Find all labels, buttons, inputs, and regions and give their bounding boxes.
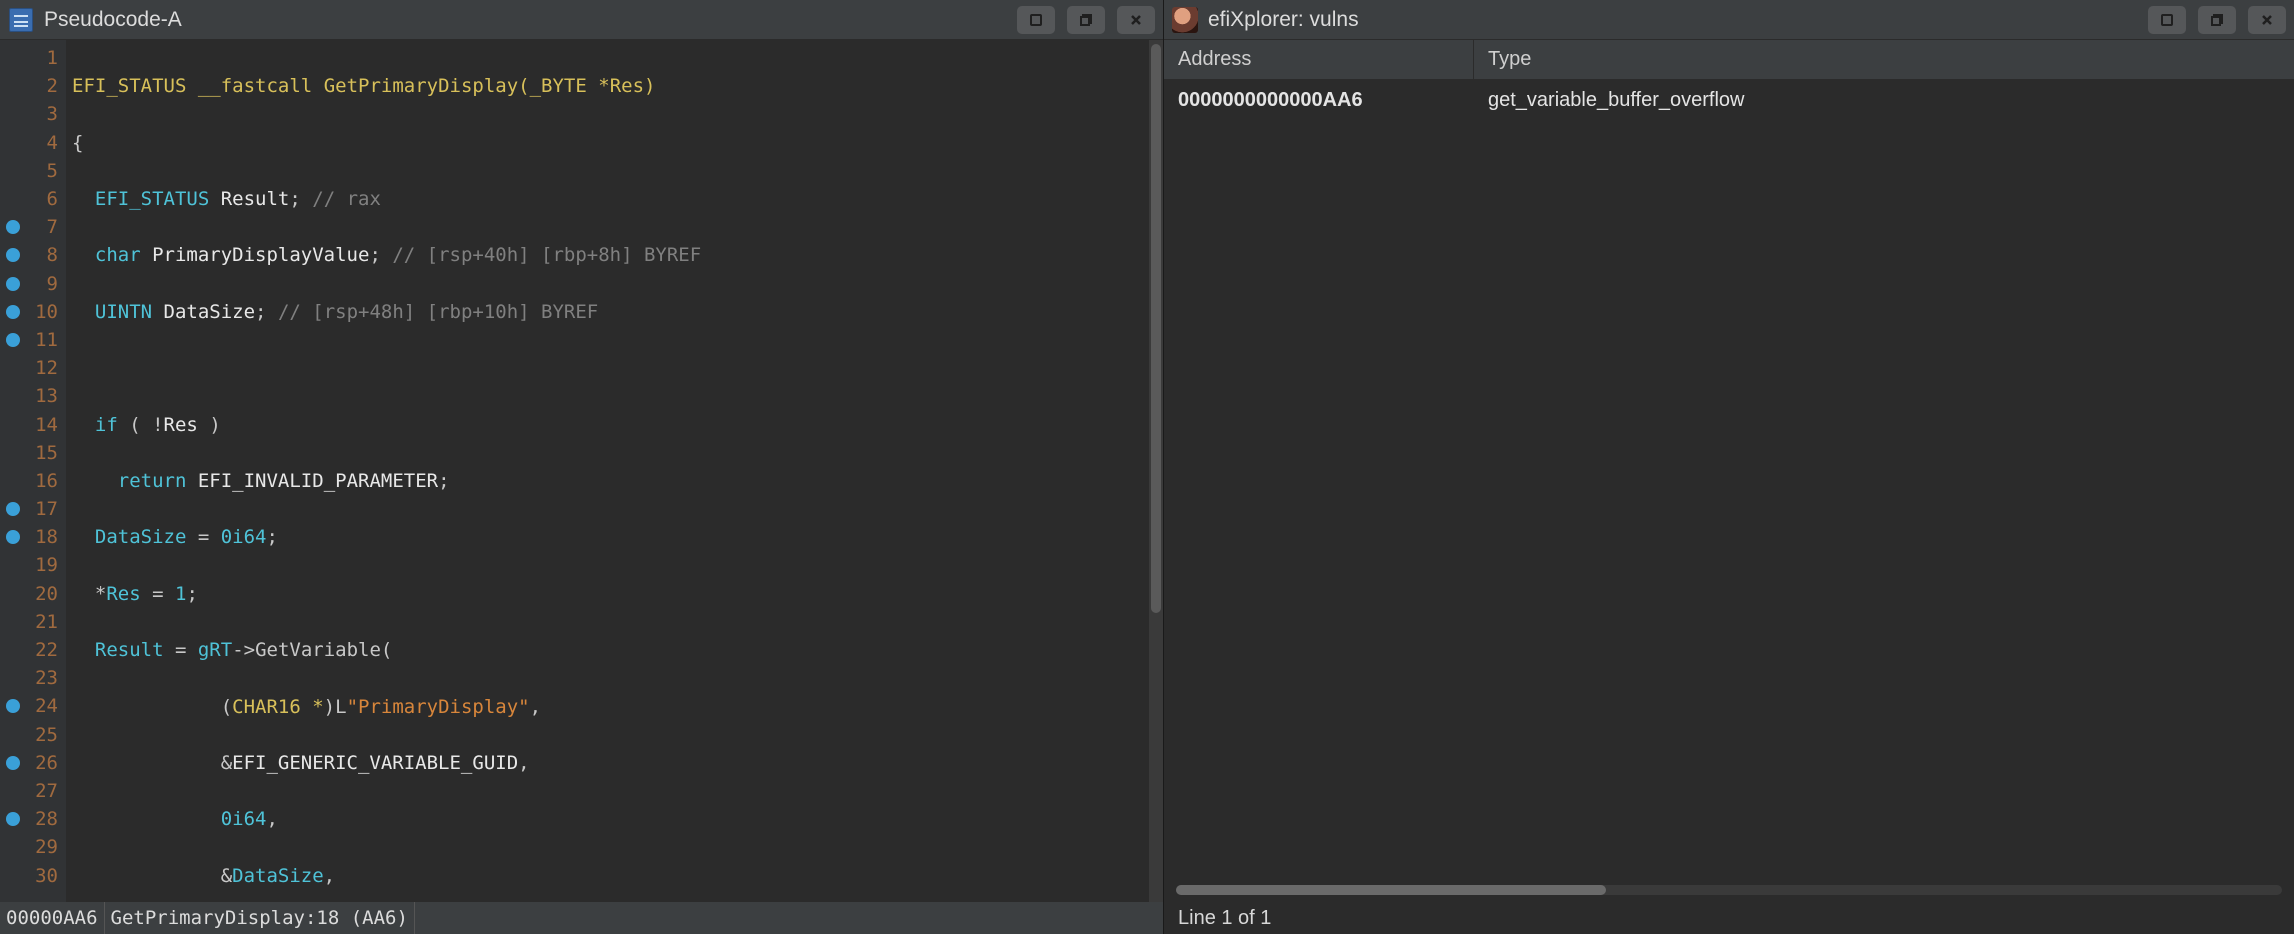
line-number: 7	[47, 216, 58, 238]
line-number: 19	[35, 554, 58, 576]
status-address: 00000AA6	[0, 902, 105, 934]
cell-type: get_variable_buffer_overflow	[1474, 89, 1744, 112]
line-number: 15	[35, 442, 58, 464]
restore-button[interactable]	[1067, 6, 1105, 34]
line-number: 12	[35, 357, 58, 379]
line-number: 10	[35, 301, 58, 323]
avatar-icon	[1172, 7, 1198, 33]
document-icon	[8, 7, 34, 33]
line-number: 13	[35, 385, 58, 407]
breakpoint-icon[interactable]	[6, 277, 20, 291]
line-gutter: 1234567891011121314151617181920212223242…	[0, 40, 66, 902]
efixplorer-title: efiXplorer: vulns	[1208, 8, 2148, 32]
line-number: 29	[35, 836, 58, 858]
breakpoint-icon[interactable]	[6, 502, 20, 516]
minimize-button[interactable]	[1017, 6, 1055, 34]
code-editor[interactable]: 1234567891011121314151617181920212223242…	[0, 40, 1163, 902]
horizontal-scrollbar[interactable]	[1176, 882, 2282, 898]
restore-button[interactable]	[2198, 6, 2236, 34]
pseudocode-title: Pseudocode-A	[44, 8, 1017, 32]
vuln-table-body[interactable]: 0000000000000AA6 get_variable_buffer_ove…	[1164, 80, 2294, 882]
line-number: 20	[35, 583, 58, 605]
breakpoint-icon[interactable]	[6, 756, 20, 770]
column-address[interactable]: Address	[1164, 40, 1474, 79]
vuln-table-header: Address Type	[1164, 40, 2294, 80]
close-button[interactable]	[1117, 6, 1155, 34]
table-row[interactable]: 0000000000000AA6 get_variable_buffer_ove…	[1164, 80, 2294, 120]
line-number: 25	[35, 724, 58, 746]
breakpoint-icon[interactable]	[6, 305, 20, 319]
efixplorer-titlebar: efiXplorer: vulns	[1164, 0, 2294, 40]
line-number: 23	[35, 667, 58, 689]
line-number: 22	[35, 639, 58, 661]
cell-address: 0000000000000AA6	[1164, 89, 1474, 112]
line-number: 2	[47, 75, 58, 97]
close-button[interactable]	[2248, 6, 2286, 34]
efixplorer-pane: efiXplorer: vulns Address Type 000000000…	[1164, 0, 2294, 934]
vertical-scrollbar[interactable]	[1149, 40, 1163, 902]
breakpoint-icon[interactable]	[6, 333, 20, 347]
breakpoint-icon[interactable]	[6, 248, 20, 262]
pseudocode-titlebar: Pseudocode-A	[0, 0, 1163, 40]
pseudocode-statusbar: 00000AA6 GetPrimaryDisplay:18 (AA6)	[0, 902, 1163, 934]
line-number: 9	[47, 273, 58, 295]
line-number: 6	[47, 188, 58, 210]
line-number: 24	[35, 695, 58, 717]
line-number: 16	[35, 470, 58, 492]
status-location: GetPrimaryDisplay:18 (AA6)	[105, 902, 415, 934]
minimize-button[interactable]	[2148, 6, 2186, 34]
column-type[interactable]: Type	[1474, 40, 1545, 79]
breakpoint-icon[interactable]	[6, 530, 20, 544]
line-number: 5	[47, 160, 58, 182]
line-number: 26	[35, 752, 58, 774]
line-number: 28	[35, 808, 58, 830]
line-number: 17	[35, 498, 58, 520]
breakpoint-icon[interactable]	[6, 699, 20, 713]
pseudocode-pane: Pseudocode-A 123456789101112131415161718…	[0, 0, 1164, 934]
breakpoint-icon[interactable]	[6, 220, 20, 234]
breakpoint-icon[interactable]	[6, 812, 20, 826]
line-number: 4	[47, 132, 58, 154]
line-number: 11	[35, 329, 58, 351]
line-number: 21	[35, 611, 58, 633]
line-number: 18	[35, 526, 58, 548]
line-number: 8	[47, 244, 58, 266]
efixplorer-status: Line 1 of 1	[1164, 902, 2294, 934]
line-number: 14	[35, 414, 58, 436]
line-number: 27	[35, 780, 58, 802]
code-content[interactable]: EFI_STATUS __fastcall GetPrimaryDisplay(…	[66, 40, 1163, 902]
line-number: 3	[47, 103, 58, 125]
line-number: 30	[35, 865, 58, 887]
line-number: 1	[47, 47, 58, 69]
